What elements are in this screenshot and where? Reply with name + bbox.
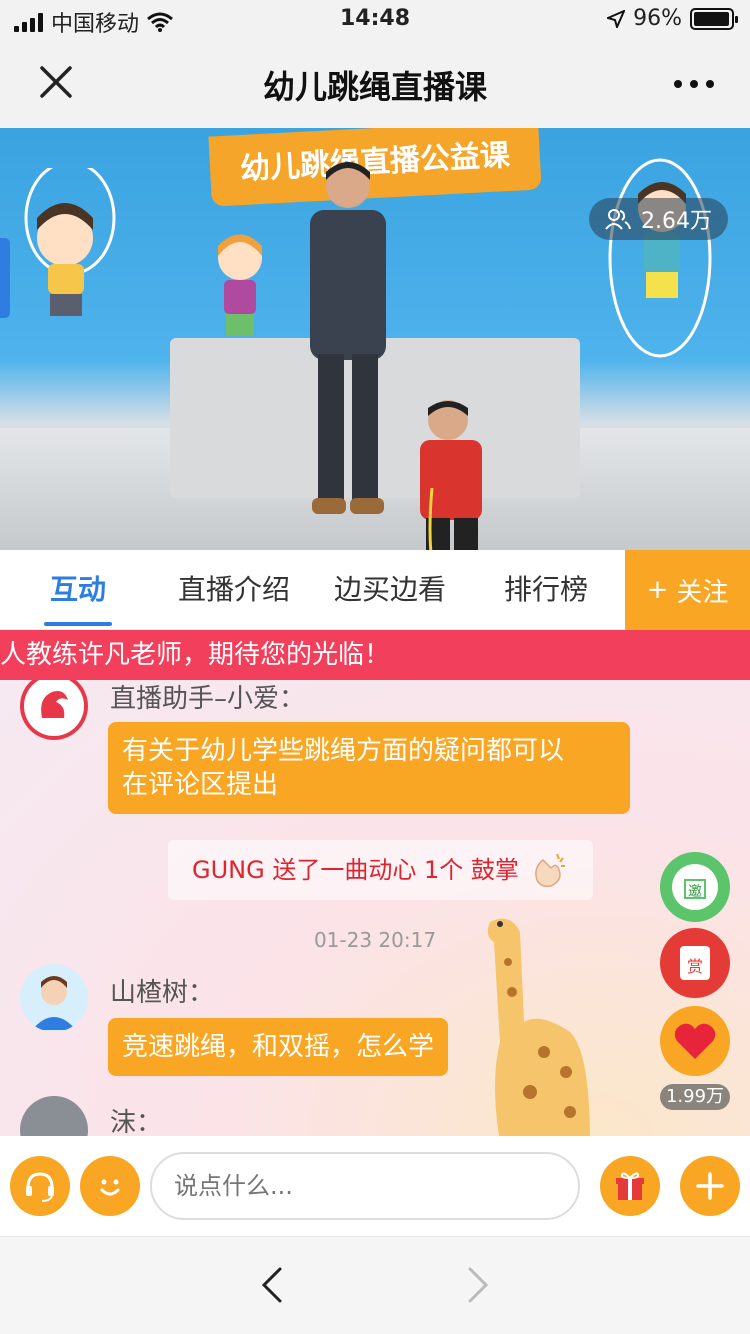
cartoon-girl-left bbox=[24, 168, 116, 316]
headset-icon bbox=[26, 1172, 54, 1202]
emoji-button[interactable] bbox=[80, 1156, 140, 1216]
squirrel-icon bbox=[24, 680, 84, 736]
message-author: 直播助手–小爱： bbox=[110, 684, 306, 714]
message-bubble: 有关于幼儿学些跳绳方面的疑问都可以 在评论区提出 bbox=[108, 722, 630, 814]
cartoon-kid-right bbox=[608, 158, 712, 358]
users-icon bbox=[605, 209, 631, 230]
message-text-line2: 在评论区提出 bbox=[122, 770, 279, 800]
message-text-line1: 有关于幼儿学些跳绳方面的疑问都可以 bbox=[122, 736, 565, 766]
gift-icon bbox=[616, 1172, 644, 1200]
tab-bar: 互动 直播介绍 边买边看 排行榜 + 关注 bbox=[0, 550, 750, 630]
gift-text: GUNG 送了一曲动心 1个 鼓掌 bbox=[192, 856, 519, 884]
plus-icon bbox=[696, 1172, 724, 1200]
announcement-marquee: 人教练许凡老师，期待您的光临！ bbox=[0, 630, 750, 680]
viewer-count: 2.64万 bbox=[641, 209, 712, 234]
reward-button[interactable]: 赏 bbox=[660, 928, 730, 998]
smiley-icon bbox=[100, 1179, 120, 1196]
live-video[interactable]: 幼儿跳绳直播公益课 2.64万 bbox=[0, 128, 750, 550]
avatar[interactable] bbox=[20, 1096, 88, 1136]
invite-button[interactable]: 邀 bbox=[660, 852, 730, 922]
tab-shop[interactable]: 边买边看 bbox=[320, 550, 460, 630]
child bbox=[420, 400, 482, 550]
page-title: 幼儿跳绳直播课 bbox=[262, 68, 487, 106]
envelope-icon: 邀 bbox=[672, 864, 718, 910]
avatar[interactable] bbox=[20, 680, 88, 740]
avatar[interactable] bbox=[20, 964, 88, 1032]
message-author: 沫： bbox=[110, 1108, 163, 1136]
like-count: 1.99万 bbox=[660, 1084, 730, 1110]
gift-button[interactable] bbox=[600, 1156, 660, 1216]
gift-notice: GUNG 送了一曲动心 1个 鼓掌 bbox=[168, 840, 593, 900]
left-drag-handle[interactable] bbox=[0, 238, 10, 318]
message-author: 山楂树： bbox=[110, 978, 215, 1008]
clap-icon bbox=[535, 853, 565, 888]
input-bar bbox=[0, 1136, 750, 1236]
tab-ranking[interactable]: 排行榜 bbox=[476, 550, 616, 630]
heart-icon bbox=[674, 1023, 716, 1059]
location-icon bbox=[607, 9, 626, 28]
tab-interact[interactable]: 互动 bbox=[18, 550, 138, 630]
battery-percent: 96% bbox=[633, 6, 682, 31]
status-bar: 中国移动 14:48 96% bbox=[0, 0, 750, 40]
chevron-right-icon[interactable] bbox=[462, 1267, 492, 1303]
status-right: 96% bbox=[607, 6, 738, 31]
message-timestamp: 01-23 20:17 bbox=[313, 928, 437, 952]
like-button[interactable] bbox=[660, 1006, 730, 1076]
invite-label: 邀 bbox=[688, 884, 702, 900]
more-actions-button[interactable] bbox=[680, 1156, 740, 1216]
tab-intro[interactable]: 直播介绍 bbox=[164, 550, 304, 630]
more-icon[interactable] bbox=[674, 80, 714, 88]
nav-bar: 幼儿跳绳直播课 bbox=[0, 40, 750, 128]
plus-icon: + bbox=[646, 575, 669, 605]
message-bubble: 竞速跳绳，和双摇，怎么学 bbox=[108, 1018, 449, 1076]
customer-service-button[interactable] bbox=[10, 1156, 70, 1216]
giraffe-decoration bbox=[487, 918, 590, 1136]
viewer-count-badge: 2.64万 bbox=[589, 198, 728, 240]
comment-input[interactable] bbox=[150, 1152, 580, 1220]
follow-button[interactable]: + 关注 bbox=[625, 550, 750, 630]
cartoon-girl-center bbox=[218, 234, 262, 336]
reward-icon: 赏 bbox=[680, 946, 710, 980]
battery-icon bbox=[690, 7, 738, 30]
chevron-left-icon[interactable] bbox=[258, 1267, 288, 1303]
chat-area: 直播助手–小爱： 有关于幼儿学些跳绳方面的疑问都可以 在评论区提出 GUNG 送… bbox=[0, 680, 750, 1136]
browser-nav bbox=[0, 1236, 750, 1334]
user-avatar-icon bbox=[32, 976, 76, 1030]
reward-label: 赏 bbox=[687, 957, 703, 976]
presenter bbox=[310, 162, 386, 514]
follow-label: 关注 bbox=[676, 577, 729, 608]
